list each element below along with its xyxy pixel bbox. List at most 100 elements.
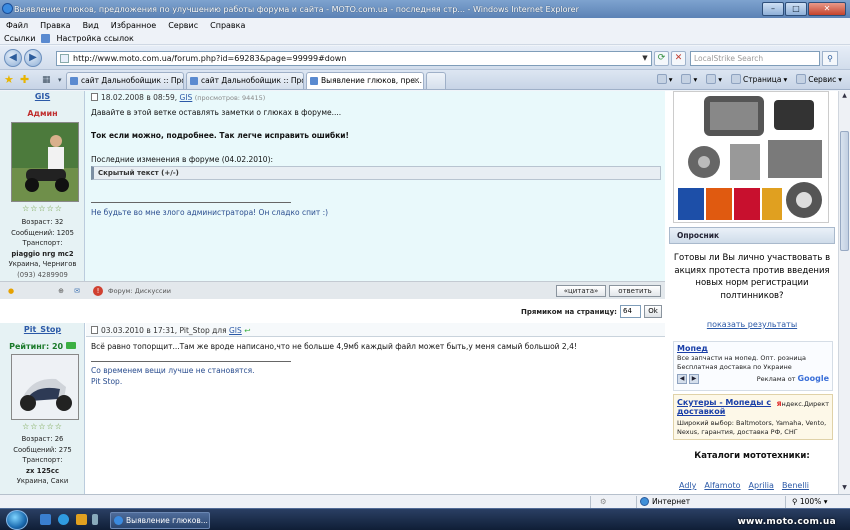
search-icon[interactable]: ⚲	[822, 51, 838, 66]
chevron-down-icon[interactable]: ▼	[640, 53, 650, 64]
page-jump-input[interactable]: 64	[620, 305, 641, 318]
zone-label: Интернет	[652, 497, 691, 506]
reply-button[interactable]: ответить	[609, 285, 661, 297]
post2-username[interactable]: Pit_Stop	[0, 325, 85, 334]
menu-edit[interactable]: Правка	[40, 21, 70, 30]
window-controls: – □ ✕	[762, 2, 846, 16]
taskbar-ie-window[interactable]: Выявление глюков...	[110, 512, 210, 529]
poll-results-link[interactable]: показать результаты	[669, 320, 835, 329]
quicklaunch-more-icon[interactable]	[92, 514, 98, 525]
search-input[interactable]: LocalStrike Search	[690, 51, 820, 66]
ie-quicklaunch-icon[interactable]	[58, 514, 69, 525]
customize-links-item[interactable]: Настройка ссылок	[56, 34, 133, 43]
tab-label: сайт Дальнобойщик :: Про...	[81, 76, 184, 85]
zone-indicator[interactable]: Интернет	[640, 497, 690, 506]
catalog-link-aprilia[interactable]: Aprilia	[749, 481, 774, 490]
stop-button[interactable]: ✕	[671, 51, 686, 66]
maximize-button[interactable]: □	[785, 2, 807, 16]
show-desktop-icon[interactable]	[40, 514, 51, 525]
ad1-title-link[interactable]: Мопед	[677, 344, 708, 353]
quick-tabs-icon[interactable]: ▦	[42, 73, 51, 87]
catalog-link-benelli[interactable]: Benelli	[782, 481, 809, 490]
menu-file[interactable]: Файл	[6, 21, 28, 30]
google-logo: Google	[797, 374, 829, 383]
tab-bar: ★ ✚ ▦ ▾ сайт Дальнобойщик :: Про... сайт…	[0, 70, 850, 90]
status-separator	[636, 496, 637, 508]
user-age: Возраст: 32	[21, 218, 64, 226]
tab-dalnoboy-1[interactable]: сайт Дальнобойщик :: Про...	[66, 72, 184, 89]
new-tab-button[interactable]	[426, 72, 446, 89]
moto-parts-banner[interactable]	[673, 91, 829, 223]
links-label[interactable]: Ссылки	[4, 34, 35, 43]
links-bar: Ссылки Настройка ссылок	[0, 32, 850, 45]
close-tab-icon[interactable]: ✕	[413, 73, 420, 89]
tab-active[interactable]: Выявление глюков, пре... ✕	[306, 72, 424, 89]
start-button[interactable]	[6, 510, 28, 530]
bulb-icon[interactable]: ●	[6, 286, 16, 296]
vertical-scrollbar[interactable]: ▲ ▼	[838, 91, 850, 494]
close-window-button[interactable]: ✕	[808, 2, 846, 16]
minimize-button[interactable]: –	[762, 2, 784, 16]
catalog-link-alfamoto[interactable]: Alfamoto	[704, 481, 740, 490]
report-icon[interactable]: !	[93, 286, 103, 296]
ads-by-google[interactable]: Реклама от Google	[757, 374, 829, 383]
window-title: Выявление глюков, предложения по улучшен…	[14, 4, 579, 14]
forward-button[interactable]: ▶	[24, 49, 42, 67]
reply-to-link[interactable]: GIS	[229, 326, 242, 335]
catalog-link-adly[interactable]: Adly	[679, 481, 696, 490]
yandex-direct-label[interactable]: Яндекс.Директ	[777, 400, 829, 408]
user-location: Украина, Чернигов	[8, 260, 77, 268]
window-titlebar[interactable]: Выявление глюков, предложения по улучшен…	[0, 0, 850, 18]
menu-favorites[interactable]: Избранное	[111, 21, 156, 30]
folder-quicklaunch-icon[interactable]	[76, 514, 87, 525]
page-menu-button[interactable]: Страница ▾	[730, 74, 787, 84]
page-menu-icon	[730, 74, 741, 84]
refresh-button[interactable]: ⟳	[654, 51, 669, 66]
message-icon[interactable]: ✉	[72, 286, 82, 296]
home-button[interactable]: ▾	[656, 74, 672, 84]
page-jump-ok-button[interactable]: Ok	[644, 305, 662, 318]
tab-list-icon[interactable]: ▾	[58, 73, 62, 87]
menu-view[interactable]: Вид	[83, 21, 99, 30]
poll-question: Готовы ли Вы лично участвовать в акциях …	[673, 253, 831, 301]
favorites-star-icon[interactable]: ★	[4, 73, 14, 87]
ie-icon	[2, 3, 13, 14]
print-button[interactable]: ▾	[706, 74, 722, 84]
post-author-link[interactable]: GIS	[180, 93, 193, 102]
user-messages: Сообщений: 1205	[11, 228, 74, 237]
post1-avatar[interactable]	[11, 122, 79, 202]
ad-prev-icon[interactable]: ◀	[677, 374, 687, 384]
banner-image	[674, 92, 828, 222]
post2-avatar[interactable]	[11, 354, 79, 420]
post2-rating-text: Рейтинг: 20	[9, 342, 64, 351]
security-zone-icon[interactable]: ⚙	[600, 497, 607, 506]
post1-username[interactable]: GIS	[0, 92, 85, 101]
scroll-up-icon[interactable]: ▲	[840, 92, 849, 101]
quote-button[interactable]: «цитата»	[556, 285, 606, 297]
globe-icon[interactable]: ⊕	[56, 286, 66, 296]
feeds-button[interactable]: ▾	[681, 74, 697, 84]
post1-rating-stars: ☆☆☆☆☆	[22, 204, 63, 213]
spoiler-toggle[interactable]: Скрытый текст (+/-)	[91, 166, 661, 180]
ad2-title-link[interactable]: Скутеры - Мопеды с доставкой	[677, 398, 777, 416]
back-button[interactable]: ◀	[4, 49, 22, 67]
page-jump-row: Прямиком на страницу: 64 Ok	[0, 301, 665, 323]
user-phone: (093) 4289909	[17, 270, 68, 279]
page-content: GIS Админ ☆☆☆☆☆ Возраст: 32 Сообщений: 1…	[0, 91, 838, 494]
poll-header: Опросник	[669, 227, 835, 244]
user-messages: Сообщений: 275	[13, 445, 72, 454]
zoom-control[interactable]: ⚲ 100% ▾	[792, 497, 828, 506]
menu-help[interactable]: Справка	[210, 21, 245, 30]
menu-tools[interactable]: Сервис	[168, 21, 198, 30]
address-input[interactable]: http://www.moto.com.ua/forum.php?id=6928…	[56, 51, 652, 66]
post1-text-1: Давайте в этой ветке оставлять заметки о…	[91, 108, 342, 117]
add-favorites-icon[interactable]: ✚	[20, 73, 29, 87]
status-separator	[785, 496, 786, 508]
scroll-down-icon[interactable]: ▼	[840, 484, 849, 493]
scrollbar-thumb[interactable]	[840, 131, 849, 251]
tab-dalnoboy-2[interactable]: сайт Дальнобойщик :: Про...	[186, 72, 304, 89]
command-bar: ▾ ▾ ▾ Страница ▾ Сервис ▾	[656, 74, 842, 84]
tools-menu-button[interactable]: Сервис ▾	[796, 74, 842, 84]
yandex-direct-text: ндекс.Директ	[781, 400, 829, 408]
ad-next-icon[interactable]: ▶	[689, 374, 699, 384]
